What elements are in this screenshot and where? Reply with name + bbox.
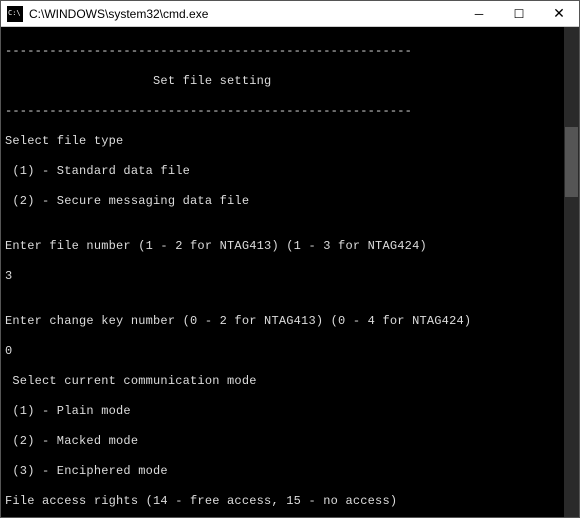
output-line: 0 bbox=[5, 344, 575, 359]
output-line: (3) - Enciphered mode bbox=[5, 464, 575, 479]
output-line: Enter file number (1 - 2 for NTAG413) (1… bbox=[5, 239, 575, 254]
scrollbar-thumb[interactable] bbox=[565, 127, 578, 197]
terminal-output[interactable]: ----------------------------------------… bbox=[1, 27, 579, 517]
window-title: C:\WINDOWS\system32\cmd.exe bbox=[29, 7, 459, 21]
window-controls: ─ ☐ ✕ bbox=[459, 1, 579, 26]
close-button[interactable]: ✕ bbox=[539, 1, 579, 26]
output-line: Select current communication mode bbox=[5, 374, 575, 389]
output-line: Select file type bbox=[5, 134, 575, 149]
cmd-window: C:\WINDOWS\system32\cmd.exe ─ ☐ ✕ ------… bbox=[0, 0, 580, 518]
output-line: Enter change key number (0 - 2 for NTAG4… bbox=[5, 314, 575, 329]
scrollbar[interactable] bbox=[564, 27, 579, 517]
cmd-icon bbox=[7, 6, 23, 22]
header-line: Set file setting bbox=[5, 74, 575, 89]
output-line: File access rights (14 - free access, 15… bbox=[5, 494, 575, 509]
maximize-button[interactable]: ☐ bbox=[499, 1, 539, 26]
output-line: 3 bbox=[5, 269, 575, 284]
dash-line: ----------------------------------------… bbox=[5, 44, 575, 59]
output-line: (2) - Macked mode bbox=[5, 434, 575, 449]
output-line: (2) - Secure messaging data file bbox=[5, 194, 575, 209]
dash-line: ----------------------------------------… bbox=[5, 104, 575, 119]
titlebar[interactable]: C:\WINDOWS\system32\cmd.exe ─ ☐ ✕ bbox=[1, 1, 579, 27]
minimize-button[interactable]: ─ bbox=[459, 1, 499, 26]
output-line: (1) - Plain mode bbox=[5, 404, 575, 419]
output-line: (1) - Standard data file bbox=[5, 164, 575, 179]
